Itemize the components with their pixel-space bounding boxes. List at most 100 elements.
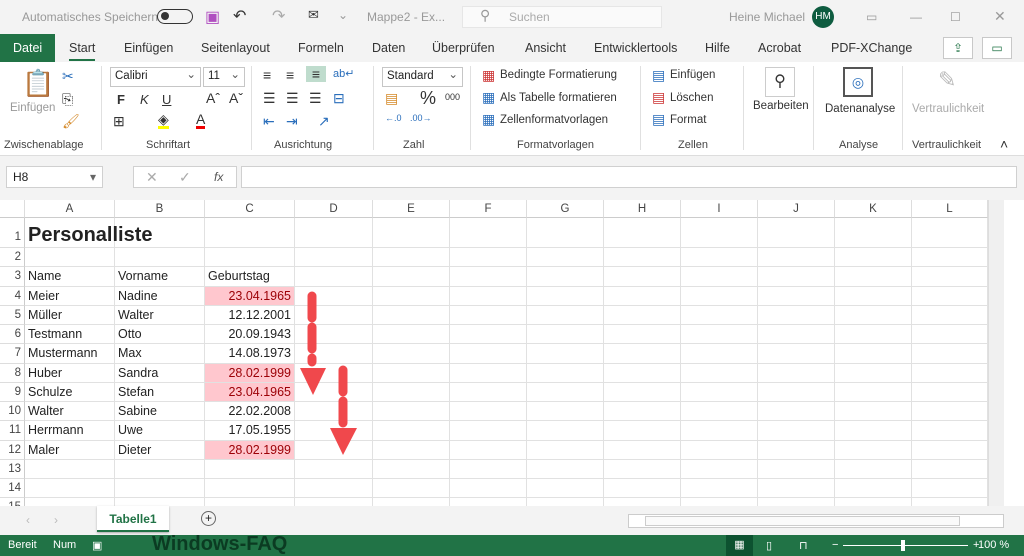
cell-D13[interactable] <box>295 459 373 479</box>
cell-L11[interactable] <box>912 421 988 441</box>
borders-icon[interactable]: ⊞ <box>113 113 125 130</box>
cell-L8[interactable] <box>912 363 988 383</box>
cell-G9[interactable] <box>527 382 604 402</box>
cell-L6[interactable] <box>912 325 988 345</box>
cell-I7[interactable] <box>681 344 758 364</box>
cell-E7[interactable] <box>373 344 450 364</box>
cell-J7[interactable] <box>758 344 835 364</box>
row-header[interactable]: 10 <box>0 402 25 422</box>
cell-K7[interactable] <box>835 344 912 364</box>
cell-G4[interactable] <box>527 286 604 306</box>
cell-C4[interactable]: 23.04.1965 <box>205 286 295 306</box>
column-header-H[interactable]: H <box>604 200 681 218</box>
cell-L15[interactable] <box>912 498 988 506</box>
cell-G2[interactable] <box>527 248 604 268</box>
cell-K3[interactable] <box>835 267 912 287</box>
enter-icon[interactable]: ✓ <box>179 169 191 186</box>
cell-I3[interactable] <box>681 267 758 287</box>
currency-icon[interactable]: ▤ <box>385 90 398 107</box>
cell-K13[interactable] <box>835 459 912 479</box>
cell-E12[interactable] <box>373 440 450 460</box>
cell-B3[interactable]: Vorname <box>115 267 205 287</box>
align-left-icon[interactable]: ☰ <box>263 90 276 107</box>
page-layout-icon[interactable]: ▯ <box>766 539 772 552</box>
cell-A15[interactable] <box>25 498 115 506</box>
cell-J2[interactable] <box>758 248 835 268</box>
sheet-tab-tabelle1[interactable]: Tabelle1 <box>97 506 169 532</box>
cell-G13[interactable] <box>527 459 604 479</box>
cell-I10[interactable] <box>681 402 758 422</box>
cell-I5[interactable] <box>681 305 758 325</box>
cell-F1[interactable] <box>450 218 527 248</box>
cell-D15[interactable] <box>295 498 373 506</box>
cell-G1[interactable] <box>527 218 604 248</box>
cell-I13[interactable] <box>681 459 758 479</box>
row-header[interactable]: 13 <box>0 459 25 479</box>
cell-A11[interactable]: Herrmann <box>25 421 115 441</box>
zoom-level[interactable]: 100 % <box>978 539 1009 551</box>
cell-B2[interactable] <box>115 248 205 268</box>
select-all-corner[interactable] <box>0 200 25 218</box>
cell-D9[interactable] <box>295 382 373 402</box>
cell-F6[interactable] <box>450 325 527 345</box>
cell-F4[interactable] <box>450 286 527 306</box>
cell-B1[interactable] <box>115 218 205 248</box>
cell-A5[interactable]: Müller <box>25 305 115 325</box>
cell-A10[interactable]: Walter <box>25 402 115 422</box>
cell-J9[interactable] <box>758 382 835 402</box>
find-icon[interactable]: ⚲ <box>765 67 795 97</box>
cell-D3[interactable] <box>295 267 373 287</box>
cell-F8[interactable] <box>450 363 527 383</box>
cell-L1[interactable] <box>912 218 988 248</box>
cell-A1[interactable]: Personalliste <box>25 218 153 248</box>
row-header[interactable]: 9 <box>0 382 25 402</box>
cell-K10[interactable] <box>835 402 912 422</box>
cell-D8[interactable] <box>295 363 373 383</box>
row-header[interactable]: 14 <box>0 479 25 499</box>
copy-icon[interactable]: ⎘ <box>62 91 73 108</box>
cell-B14[interactable] <box>115 479 205 499</box>
cell-E6[interactable] <box>373 325 450 345</box>
cell-H14[interactable] <box>604 479 681 499</box>
normal-view-icon[interactable]: ▦ <box>726 535 753 556</box>
cell-K4[interactable] <box>835 286 912 306</box>
cell-B12[interactable]: Dieter <box>115 440 205 460</box>
tab-datei[interactable]: Datei <box>0 34 55 62</box>
format-as-table-button[interactable]: Als Tabelle formatieren <box>500 92 617 104</box>
cell-E13[interactable] <box>373 459 450 479</box>
scroll-thumb[interactable] <box>645 516 960 526</box>
cell-I8[interactable] <box>681 363 758 383</box>
tab-pdf-xchange[interactable]: PDF-XChange <box>831 41 912 55</box>
horizontal-scrollbar[interactable] <box>628 514 1004 528</box>
cell-J10[interactable] <box>758 402 835 422</box>
cell-G3[interactable] <box>527 267 604 287</box>
cell-H11[interactable] <box>604 421 681 441</box>
row-header[interactable]: 1 <box>0 218 25 248</box>
cell-F10[interactable] <box>450 402 527 422</box>
cell-K2[interactable] <box>835 248 912 268</box>
cell-L12[interactable] <box>912 440 988 460</box>
cell-H2[interactable] <box>604 248 681 268</box>
customize-qat-icon[interactable]: ⌄ <box>338 8 348 22</box>
cell-K12[interactable] <box>835 440 912 460</box>
row-header[interactable]: 6 <box>0 325 25 345</box>
minimize-icon[interactable]: — <box>910 10 922 24</box>
share-button[interactable]: ⇪ <box>943 37 973 59</box>
cell-L7[interactable] <box>912 344 988 364</box>
cell-C8[interactable]: 28.02.1999 <box>205 363 295 383</box>
cell-H1[interactable] <box>604 218 681 248</box>
cell-L4[interactable] <box>912 286 988 306</box>
align-top-icon[interactable]: ≡ <box>263 67 271 83</box>
cell-F5[interactable] <box>450 305 527 325</box>
cell-G6[interactable] <box>527 325 604 345</box>
cell-C10[interactable]: 22.02.2008 <box>205 402 295 422</box>
decrease-decimal-icon[interactable]: .00→ <box>410 113 432 123</box>
cell-J3[interactable] <box>758 267 835 287</box>
vertical-scrollbar[interactable] <box>988 200 1004 506</box>
cell-F15[interactable] <box>450 498 527 506</box>
redo-icon[interactable]: ↷ <box>272 6 285 26</box>
cell-G12[interactable] <box>527 440 604 460</box>
tab-ueberpruefen[interactable]: Überprüfen <box>432 41 495 55</box>
cell-A9[interactable]: Schulze <box>25 382 115 402</box>
cell-L13[interactable] <box>912 459 988 479</box>
